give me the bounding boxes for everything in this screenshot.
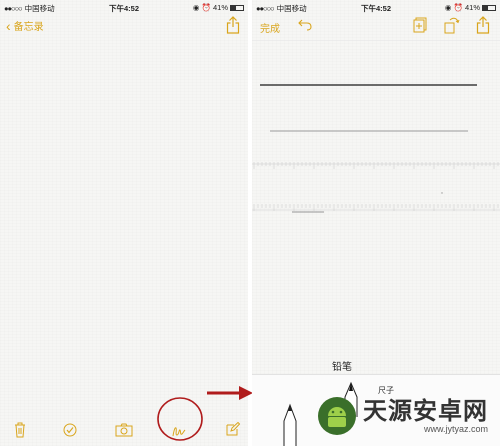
android-logo-icon <box>318 397 356 435</box>
ruler-ticks-bottom <box>253 204 499 211</box>
battery-percent: 41% <box>464 3 480 12</box>
tool-name-label: 铅笔 <box>332 362 352 373</box>
share-icon[interactable] <box>226 16 240 34</box>
ruler-ticks-top <box>253 162 499 169</box>
camera-icon[interactable] <box>115 423 133 437</box>
watermark: 天源安卓网 www.jytyaz.com <box>317 396 488 436</box>
ruler-tool-label[interactable]: 尺子 <box>378 385 394 396</box>
battery-percent: 41% <box>212 3 228 12</box>
share-icon[interactable] <box>476 16 490 34</box>
battery-icon <box>482 5 496 11</box>
highlight-circle <box>157 397 203 441</box>
undo-icon[interactable] <box>298 19 312 31</box>
checklist-icon[interactable] <box>63 423 77 437</box>
watermark-url: www.jytyaz.com <box>423 424 488 434</box>
back-label: 备忘录 <box>13 22 44 33</box>
chevron-left-icon: ‹ <box>6 17 11 34</box>
nav-bar: ‹ 备忘录 <box>0 14 248 40</box>
done-button[interactable]: 完成 <box>260 20 280 35</box>
add-icon[interactable] <box>413 17 427 33</box>
trash-icon[interactable] <box>14 422 26 438</box>
watermark-text: 天源安卓网 www.jytyaz.com <box>363 398 488 434</box>
nav-bar: 完成 <box>252 14 500 40</box>
status-bar: ●●○○○ 中国移动 下午4:52 ◉ ⏰ 41% <box>0 0 248 14</box>
arrow-indicator <box>207 386 253 400</box>
status-right: ◉ ⏰ 41% <box>193 3 244 12</box>
notes-screen-right: ●●○○○ 中国移动 下午4:52 ◉ ⏰ 41% 完成 铅笔 尺子 天源安卓网… <box>252 0 500 446</box>
bottom-toolbar <box>0 418 248 446</box>
back-button[interactable]: ‹ 备忘录 <box>6 17 44 34</box>
rotate-icon[interactable] <box>444 16 460 34</box>
battery-icon <box>230 5 244 11</box>
compose-icon[interactable] <box>226 422 240 436</box>
status-right: ◉ ⏰ 41% <box>445 3 496 12</box>
watermark-title: 天源安卓网 <box>363 397 488 425</box>
notes-screen-left: ●●○○○ 中国移动 下午4:52 ◉ ⏰ 41% ‹ 备忘录 <box>0 0 248 446</box>
drawing-canvas[interactable] <box>252 40 500 230</box>
pencil-tool-icon[interactable] <box>282 403 298 446</box>
status-bar: ●●○○○ 中国移动 下午4:52 ◉ ⏰ 41% <box>252 0 500 14</box>
